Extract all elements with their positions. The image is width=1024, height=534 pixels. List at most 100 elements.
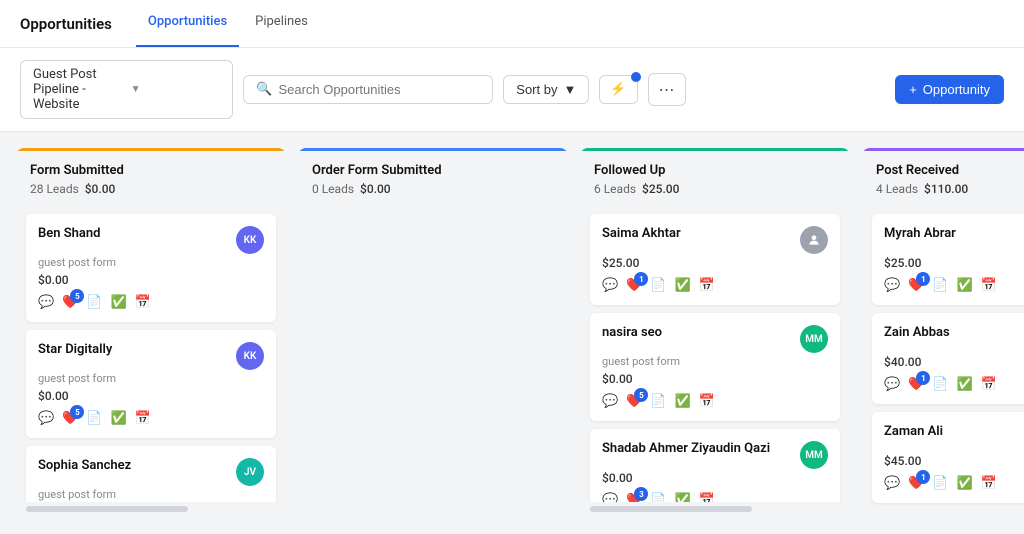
pipeline-select[interactable]: Guest Post Pipeline - Website ▼ [20,60,233,119]
tab-pipelines[interactable]: Pipelines [243,0,320,47]
action-icon[interactable]: 💬 [602,493,618,502]
action-icon[interactable]: 📅 [699,278,715,293]
card-name: Shadab Ahmer Ziyaudin Qazi [602,441,770,456]
card[interactable]: Ben Shand KK guest post form $0.00 💬❤️5📄… [26,214,276,322]
avatar: KK [236,226,264,254]
more-icon: ⋯ [659,80,675,99]
tab-opportunities[interactable]: Opportunities [136,0,239,47]
action-icon[interactable]: ✅ [111,411,127,426]
action-icon[interactable]: ❤️5 [626,394,642,409]
badge: 1 [916,371,930,385]
action-icon[interactable]: ❤️1 [908,278,924,293]
card-actions: 💬 ❤️1 📄 ✅ 📅 [884,476,1024,491]
card[interactable]: Saima Akhtar $25.00 💬❤️1📄✅📅 [590,214,840,305]
add-opportunity-button[interactable]: + Opportunity [895,75,1004,104]
card-amount: $40.00 [884,355,1024,369]
card-header: Ben Shand KK [38,226,264,254]
action-icon[interactable]: ❤️5 [62,411,78,426]
column-title: Post Received [876,163,1024,178]
search-box[interactable]: 🔍 [243,75,493,104]
card-name: Zaman Ali [884,424,943,439]
action-icon[interactable]: 📄 [650,278,666,293]
column-header-post-received: Post Received 4 Leads $110.00 [862,148,1024,206]
action-icon[interactable]: 📄 [86,411,102,426]
action-icon[interactable]: ✅ [675,394,691,409]
action-icon[interactable]: 📅 [699,493,715,502]
action-icon[interactable]: 📄 [86,295,102,310]
action-icon[interactable]: ❤️1 [908,476,924,491]
badge: 1 [916,272,930,286]
action-icon[interactable]: 💬 [602,394,618,409]
avatar: MM [800,441,828,469]
card-name: Sophia Sanchez [38,458,131,473]
card-actions: 💬 ❤️1 📄 ✅ 📅 [884,377,1024,392]
card[interactable]: Star Digitally KK guest post form $0.00 … [26,330,276,438]
action-icon[interactable]: 📄 [932,278,948,293]
action-icon[interactable]: 📅 [981,476,997,491]
scrollbar-stub[interactable] [26,506,188,512]
action-icon[interactable]: 📄 [650,394,666,409]
action-icon[interactable]: 💬 [884,377,900,392]
avatar: KK [236,342,264,370]
sort-label: Sort by [516,82,557,97]
cards-container-form-submitted: Ben Shand KK guest post form $0.00 💬 ❤️5 📄… [16,206,286,502]
card-actions: 💬 ❤️5 📄 ✅ 📅 [38,411,264,426]
card[interactable]: Sophia Sanchez JV guest post form $0.00 [26,446,276,502]
action-icon[interactable]: 📅 [699,394,715,409]
card-subtitle: guest post form [38,372,264,385]
cards-container-followed-up: Saima Akhtar $25.00 💬❤️1📄✅📅 nasira seo M… [580,206,850,502]
cards-container-order-form-submitted [298,206,568,518]
scrollbar-stub[interactable] [590,506,752,512]
column-form-submitted: Form Submitted 28 Leads $0.00 Ben Shand … [16,148,286,518]
card[interactable]: nasira seo MM guest post form $0.00 💬❤️5… [590,313,840,421]
action-icon[interactable]: 📄 [932,377,948,392]
action-icon[interactable]: ❤️1 [626,278,642,293]
action-icon[interactable]: ❤️1 [908,377,924,392]
action-icon[interactable]: ✅ [675,493,691,502]
action-icon[interactable]: ❤️3 [626,493,642,502]
cards-container-post-received: Myrah Abrar $25.00 💬 ❤️1 📄 ✅ 📅 Zain Abbas $4… [862,206,1024,518]
action-icon[interactable]: 💬 [38,411,54,426]
filter-button[interactable]: ⚡ [599,75,637,104]
column-meta: 6 Leads $25.00 [594,182,836,196]
filter-active-dot [631,72,641,82]
card[interactable]: Zain Abbas $40.00 💬 ❤️1 📄 ✅ 📅 [872,313,1024,404]
column-order-form-submitted: Order Form Submitted 0 Leads $0.00 [298,148,568,518]
card-amount: $25.00 [884,256,1024,270]
action-icon[interactable]: 📅 [135,295,151,310]
action-icon[interactable]: ✅ [111,295,127,310]
action-icon[interactable]: 📅 [981,377,997,392]
card[interactable]: Myrah Abrar $25.00 💬 ❤️1 📄 ✅ 📅 [872,214,1024,305]
card-header: Zain Abbas [884,325,1024,353]
action-icon[interactable]: 📅 [981,278,997,293]
card[interactable]: Shadab Ahmer Ziyaudin Qazi MM $0.00 💬 ❤️3… [590,429,840,502]
action-icon[interactable]: ✅ [675,278,691,293]
card-name: nasira seo [602,325,662,340]
action-icon[interactable]: 📄 [650,493,666,502]
badge: 5 [70,405,84,419]
action-icon[interactable]: 💬 [884,476,900,491]
card-amount: $0.00 [38,273,264,287]
action-icon[interactable]: ✅ [957,278,973,293]
action-icon[interactable]: 📄 [932,476,948,491]
card-name: Star Digitally [38,342,112,357]
card-actions: 💬 ❤️5 📄 ✅ 📅 [602,394,828,409]
card-amount: $0.00 [602,471,828,485]
sort-button[interactable]: Sort by ▼ [503,75,589,104]
action-icon[interactable]: ✅ [957,377,973,392]
card[interactable]: Zaman Ali $45.00 💬❤️1📄✅📅 [872,412,1024,503]
card-header: Zaman Ali [884,424,1024,452]
card-header: nasira seo MM [602,325,828,353]
column-title: Form Submitted [30,163,272,178]
action-icon[interactable]: 💬 [38,295,54,310]
more-options-button[interactable]: ⋯ [648,73,686,106]
search-input[interactable] [278,82,480,97]
action-icon[interactable]: 📅 [135,411,151,426]
card-name: Myrah Abrar [884,226,956,241]
action-icon[interactable]: 💬 [602,278,618,293]
action-icon[interactable]: ❤️5 [62,295,78,310]
action-icon[interactable]: 💬 [884,278,900,293]
action-icon[interactable]: ✅ [957,476,973,491]
avatar [800,226,828,254]
nav-tabs: Opportunities Pipelines [136,0,324,47]
